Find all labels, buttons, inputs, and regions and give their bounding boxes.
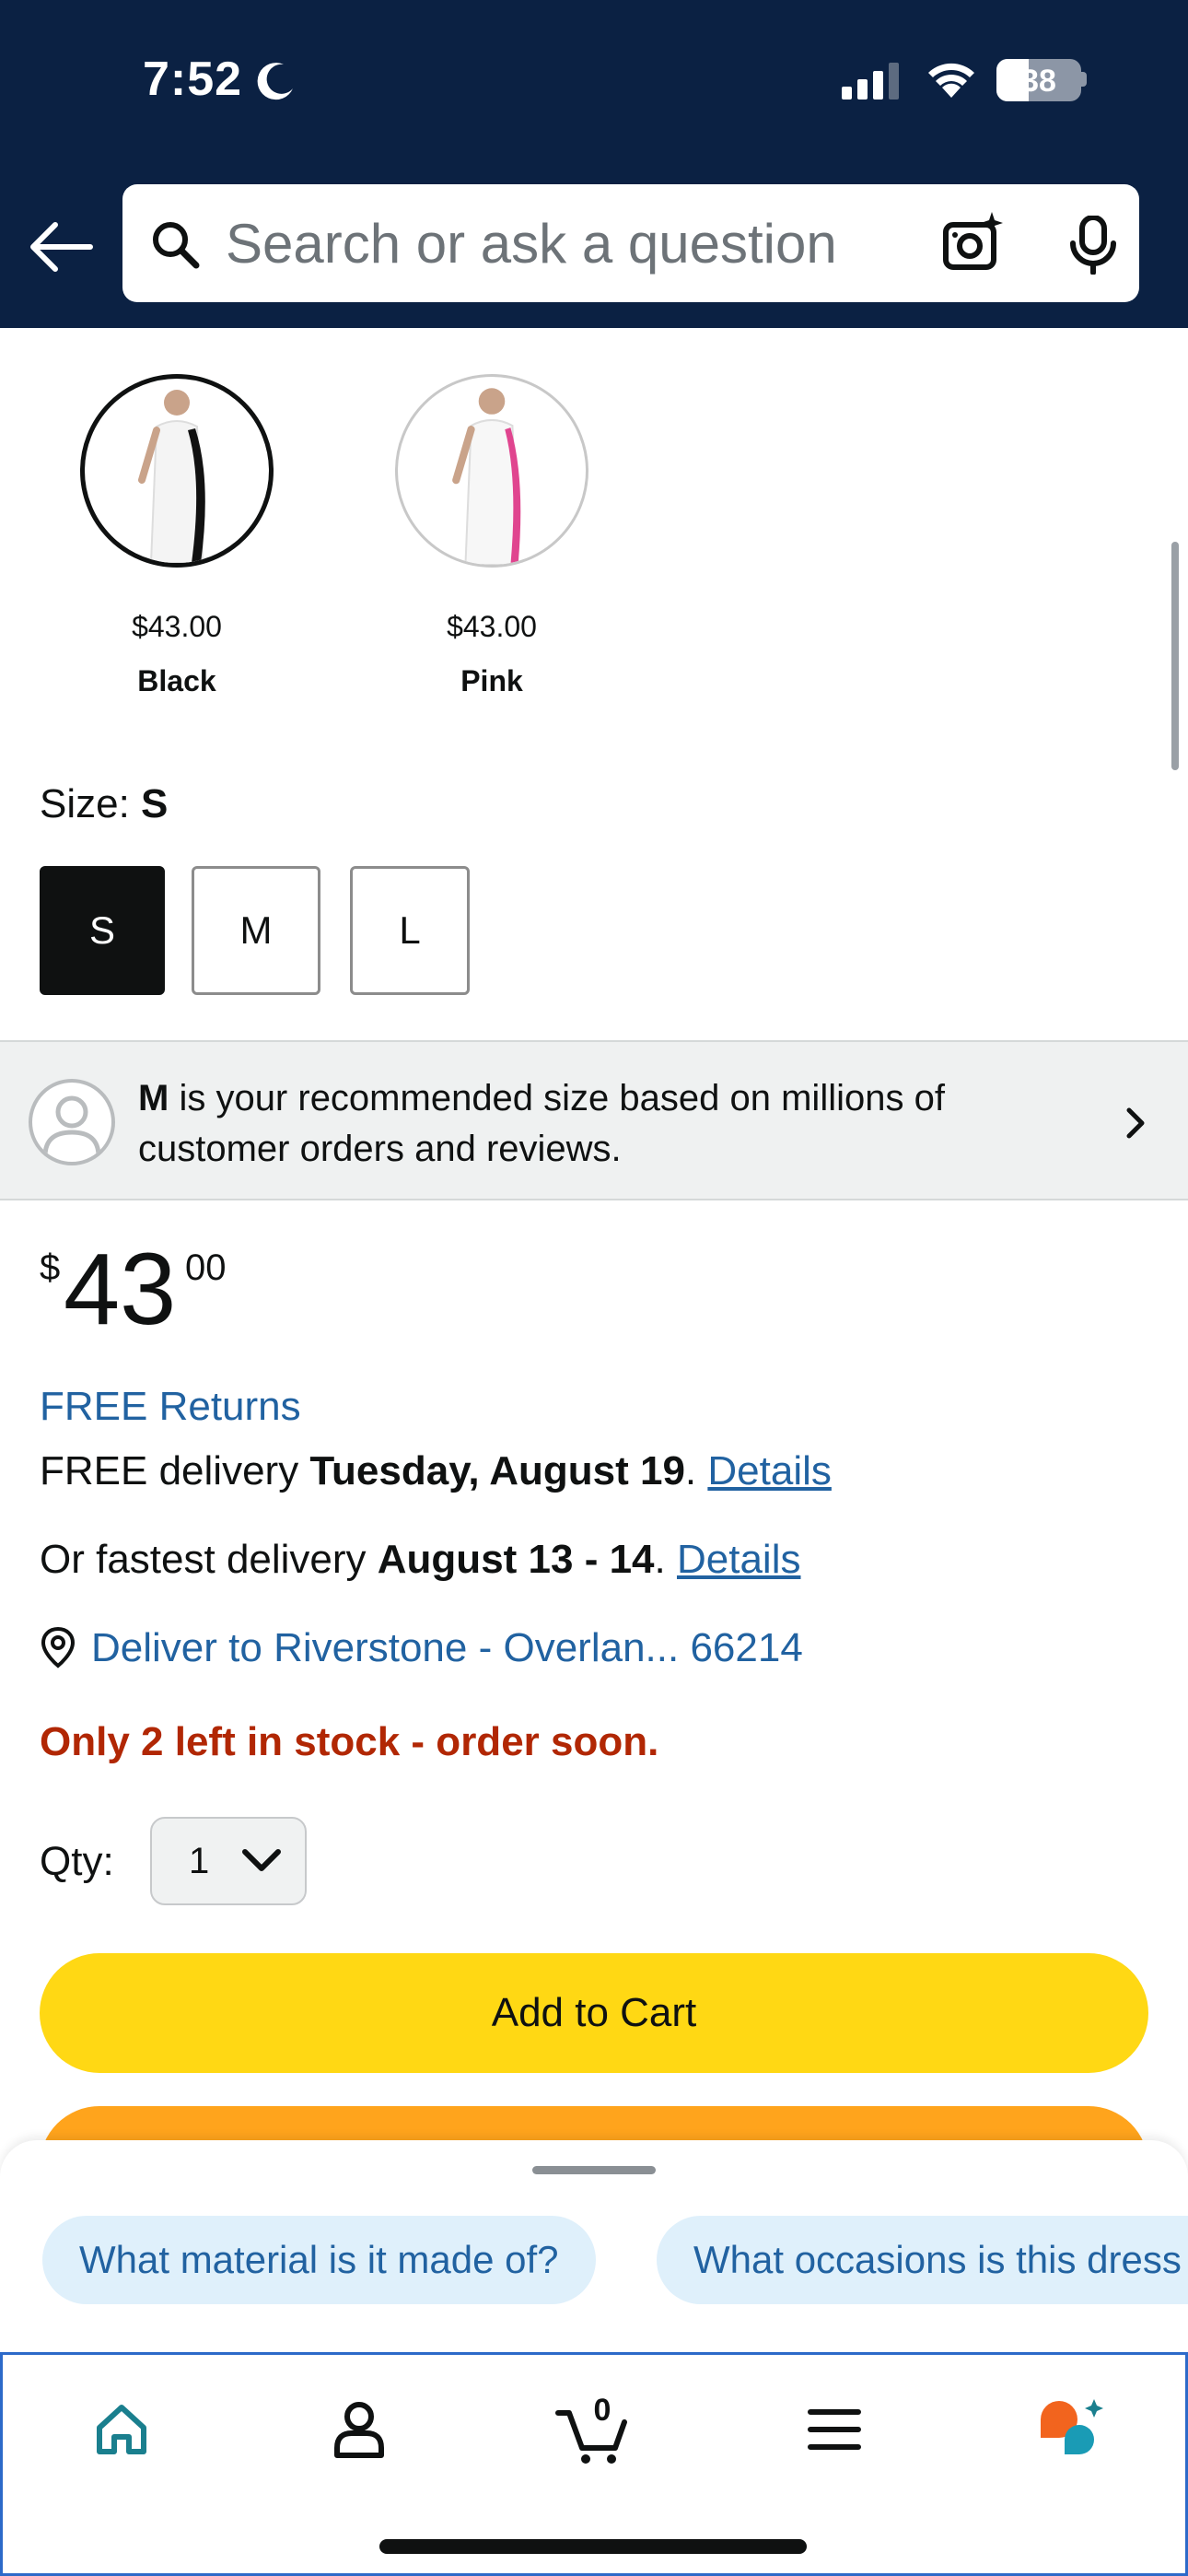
add-to-cart-button[interactable]: Add to Cart [40, 1953, 1148, 2073]
details-link[interactable]: Details [677, 1537, 801, 1582]
free-returns-link[interactable]: FREE Returns [40, 1384, 301, 1430]
price-currency: $ [40, 1247, 61, 1288]
dress-image [138, 390, 205, 563]
swatch-color-name: Black [137, 664, 216, 697]
color-swatch-pink[interactable]: $43.00 Pink [395, 374, 588, 698]
back-arrow-icon[interactable] [26, 212, 96, 282]
swatch-color-name: Pink [460, 664, 523, 697]
tab-rufus[interactable] [1031, 2388, 1113, 2471]
search-icon [153, 222, 200, 269]
deliver-to-location-link[interactable]: Deliver to Riverstone - Overlan... 66214 [40, 1625, 803, 1671]
chevron-down-icon [242, 1849, 281, 1871]
cellular-signal-icon [842, 63, 899, 100]
price-whole: 43 [64, 1233, 177, 1346]
battery-level: 38 [1021, 64, 1056, 99]
product-thumbnail-black[interactable] [80, 374, 274, 568]
details-link[interactable]: Details [707, 1448, 832, 1493]
size-option-s[interactable]: S [40, 866, 165, 995]
home-icon [97, 2405, 146, 2454]
size-recommendation-banner[interactable]: M is your recommended size based on mill… [0, 1040, 1188, 1200]
swatch-price: $43.00 [447, 610, 537, 643]
cart-count: 0 [594, 2395, 611, 2428]
product-thumbnail-pink[interactable] [395, 374, 588, 568]
size-option-l[interactable]: L [350, 866, 470, 995]
recommendation-text: M is your recommended size based on mill… [138, 1073, 1059, 1175]
status-time: 7:52 [143, 53, 243, 106]
price-fraction: 00 [185, 1247, 227, 1288]
account-icon [334, 2402, 384, 2458]
recommendation-message: is your recommended size based on millio… [138, 1078, 945, 1169]
location-pin-icon [41, 1626, 76, 1669]
search-input[interactable]: Search or ask a question [226, 212, 837, 275]
battery-indicator: 38 [996, 59, 1081, 101]
stock-warning: Only 2 left in stock - order soon. [40, 1719, 659, 1764]
search-bar[interactable]: Search or ask a question [122, 184, 1139, 302]
home-indicator [379, 2539, 807, 2554]
avatar-icon [29, 1079, 115, 1165]
tab-home[interactable] [80, 2388, 163, 2471]
standard-delivery-date: Tuesday, August 19 [309, 1448, 685, 1493]
suggestion-chip[interactable]: What occasions is this dress suitable fo… [657, 2216, 1188, 2304]
fastest-delivery-prefix: Or fastest delivery [40, 1537, 378, 1582]
suggestions-sheet: What material is it made of? What occasi… [0, 2140, 1188, 2352]
fastest-delivery: Or fastest delivery August 13 - 14. Deta… [40, 1537, 800, 1583]
swatch-price: $43.00 [132, 610, 222, 643]
top-header: 7:52 38 Search or ask a question [0, 0, 1188, 328]
tab-cart[interactable]: 0 [553, 2388, 635, 2471]
rufus-icon [1041, 2399, 1103, 2454]
quantity-value: 1 [189, 1841, 210, 1881]
tab-account[interactable] [318, 2388, 401, 2471]
fastest-delivery-date: August 13 - 14 [377, 1537, 655, 1582]
fastest-delivery-suffix: . [654, 1537, 677, 1582]
cart-icon: 0 [555, 2395, 627, 2464]
menu-icon [808, 2409, 861, 2450]
microphone-icon[interactable] [1066, 216, 1121, 275]
sheet-drag-handle[interactable] [532, 2166, 656, 2174]
dress-image [452, 388, 521, 565]
size-label-text: Size: [40, 781, 142, 826]
wifi-icon [928, 63, 974, 98]
size-selected-value: S [141, 781, 169, 826]
deliver-to-text[interactable]: Deliver to Riverstone - Overlan... 66214 [91, 1625, 803, 1670]
quantity-dropdown[interactable]: 1 [150, 1817, 307, 1905]
moon-icon [257, 63, 293, 100]
standard-delivery-suffix: . [684, 1448, 708, 1493]
size-option-m[interactable]: M [192, 866, 320, 995]
standard-delivery: FREE delivery Tuesday, August 19. Detail… [40, 1448, 832, 1494]
size-label: Size: S [40, 781, 168, 827]
chevron-right-icon [1126, 1107, 1145, 1139]
standard-delivery-prefix: FREE delivery [40, 1448, 310, 1493]
camera-search-icon[interactable] [940, 210, 1007, 276]
scrollbar[interactable] [1171, 542, 1179, 770]
battery-cap [1081, 72, 1087, 87]
tab-menu[interactable] [793, 2388, 876, 2471]
quantity-label: Qty: [40, 1839, 114, 1884]
recommended-size: M [138, 1078, 169, 1118]
color-swatch-black[interactable]: $43.00 Black [80, 374, 274, 698]
suggestion-chip[interactable]: What material is it made of? [42, 2216, 596, 2304]
